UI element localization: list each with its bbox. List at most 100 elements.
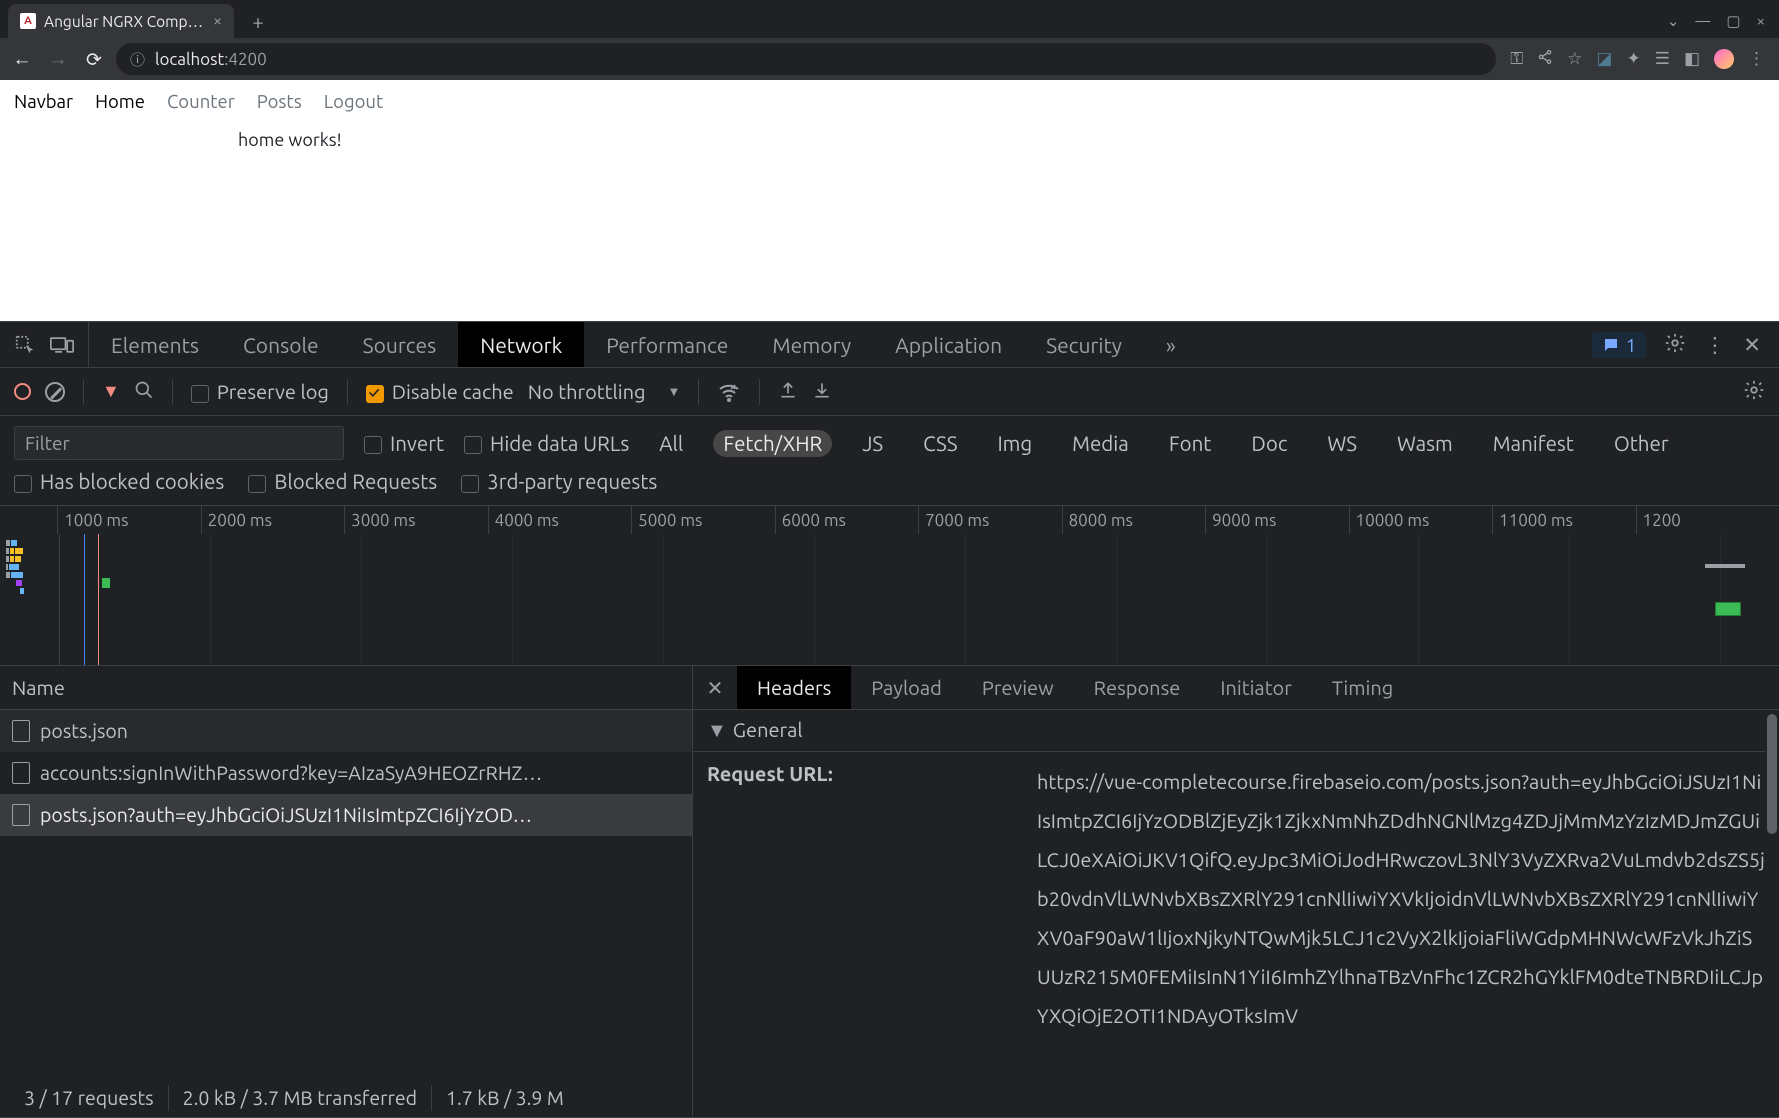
nav-home[interactable]: Home [95, 92, 145, 112]
issues-count: 1 [1626, 334, 1637, 356]
network-settings-icon[interactable] [1743, 379, 1765, 405]
bookmark-star-icon[interactable]: ☆ [1567, 49, 1582, 69]
invert-checkbox[interactable]: Invert [364, 432, 444, 455]
address-bar[interactable]: ⓘ localhost:4200 [116, 43, 1496, 75]
load-line [98, 534, 99, 666]
record-button[interactable] [14, 383, 31, 400]
details-scrollbar[interactable] [1765, 710, 1779, 1117]
throttling-select[interactable]: No throttling ▼ [528, 380, 681, 403]
details-tab-payload[interactable]: Payload [851, 666, 962, 709]
status-requests: 3 / 17 requests [10, 1085, 169, 1111]
devtools-tab-application[interactable]: Application [873, 322, 1024, 367]
filter-input[interactable]: Filter [14, 426, 344, 460]
nav-counter[interactable]: Counter [167, 92, 235, 112]
timeline-tick [0, 506, 57, 534]
download-har-icon[interactable] [812, 380, 832, 404]
devtools-kebab-icon[interactable]: ⋮ [1704, 332, 1725, 357]
third-party-checkbox[interactable]: 3rd-party requests [461, 470, 657, 493]
details-close-icon[interactable]: ✕ [693, 676, 737, 700]
devtools-tab-sources[interactable]: Sources [341, 322, 459, 367]
app-brand: Navbar [14, 92, 73, 112]
timeline-tick: 1200 [1636, 506, 1779, 534]
devtools-tab-console[interactable]: Console [221, 322, 341, 367]
clear-button[interactable] [45, 382, 65, 402]
settings-gear-icon[interactable] [1664, 332, 1686, 358]
kebab-menu-icon[interactable]: ⋮ [1748, 49, 1765, 69]
type-doc[interactable]: Doc [1241, 430, 1297, 457]
devtools-tab-elements[interactable]: Elements [89, 322, 221, 367]
filter-toggle-icon[interactable]: ▼ [102, 381, 120, 402]
extensions-icon[interactable]: ✦ [1626, 49, 1640, 69]
timeline-tick: 4000 ms [488, 506, 631, 534]
site-info-icon[interactable]: ⓘ [130, 49, 145, 70]
type-other[interactable]: Other [1604, 430, 1679, 457]
type-css[interactable]: CSS [913, 430, 967, 457]
network-conditions-icon[interactable] [717, 380, 741, 404]
chevron-down-icon[interactable]: ⌄ [1667, 12, 1680, 30]
profile-avatar[interactable] [1714, 49, 1734, 69]
hide-data-urls-checkbox[interactable]: Hide data URLs [464, 432, 629, 455]
devtools-tab-performance[interactable]: Performance [584, 322, 750, 367]
timeline-tick: 11000 ms [1492, 506, 1635, 534]
devtools-close-icon[interactable]: ✕ [1743, 332, 1761, 357]
details-tab-timing[interactable]: Timing [1312, 666, 1413, 709]
type-img[interactable]: Img [987, 430, 1042, 457]
reload-button[interactable]: ⟳ [80, 45, 108, 73]
key-icon[interactable]: ⚿ [1510, 49, 1523, 69]
type-js[interactable]: JS [852, 430, 893, 457]
type-manifest[interactable]: Manifest [1483, 430, 1584, 457]
inspect-icon[interactable] [14, 334, 36, 356]
file-icon [12, 720, 30, 742]
type-fetch-xhr[interactable]: Fetch/XHR [713, 430, 832, 457]
url-host: localhost [155, 50, 224, 69]
request-row[interactable]: posts.json?auth=eyJhbGciOiJSUzI1NiIsImtp… [0, 794, 692, 836]
details-tab-response[interactable]: Response [1074, 666, 1201, 709]
timeline-tick: 10000 ms [1349, 506, 1492, 534]
back-button[interactable]: ← [8, 45, 36, 73]
devtools-tab-security[interactable]: Security [1024, 322, 1144, 367]
domcontentloaded-line [84, 534, 85, 666]
details-tab-headers[interactable]: Headers [737, 666, 851, 709]
device-toggle-icon[interactable] [50, 334, 74, 356]
details-tab-preview[interactable]: Preview [962, 666, 1074, 709]
search-icon[interactable] [134, 380, 154, 404]
devtools-tab-memory[interactable]: Memory [750, 322, 873, 367]
timeline-tick: 1000 ms [57, 506, 200, 534]
window-restore-icon[interactable]: ▢ [1726, 12, 1740, 30]
preserve-log-checkbox[interactable]: Preserve log [191, 380, 329, 403]
type-wasm[interactable]: Wasm [1387, 430, 1463, 457]
nav-logout[interactable]: Logout [324, 92, 384, 112]
tab-close-icon[interactable]: × [213, 12, 222, 30]
timeline-tick: 8000 ms [1062, 506, 1205, 534]
timeline-tick: 9000 ms [1205, 506, 1348, 534]
type-ws[interactable]: WS [1317, 430, 1367, 457]
new-tab-button[interactable]: + [244, 7, 272, 35]
browser-tab[interactable]: A Angular NGRX Complete × [8, 4, 234, 38]
type-font[interactable]: Font [1159, 430, 1222, 457]
nav-posts[interactable]: Posts [257, 92, 302, 112]
window-close-icon[interactable]: × [1757, 12, 1765, 30]
details-tab-initiator[interactable]: Initiator [1200, 666, 1312, 709]
request-row[interactable]: accounts:signInWithPassword?key=AIzaSyA9… [0, 752, 692, 794]
upload-har-icon[interactable] [778, 380, 798, 404]
devtools-tab-more[interactable]: » [1144, 322, 1198, 367]
issues-badge[interactable]: 1 [1592, 332, 1647, 358]
extension-icon-2[interactable]: ◧ [1684, 49, 1700, 69]
has-blocked-cookies-checkbox[interactable]: Has blocked cookies [14, 470, 224, 493]
window-minimize-icon[interactable]: — [1695, 12, 1710, 30]
tab-title: Angular NGRX Complete [44, 13, 205, 30]
blocked-requests-checkbox[interactable]: Blocked Requests [248, 470, 437, 493]
request-row[interactable]: posts.json [0, 710, 692, 752]
disable-cache-checkbox[interactable]: Disable cache [366, 380, 514, 403]
type-all[interactable]: All [649, 430, 693, 457]
type-media[interactable]: Media [1062, 430, 1139, 457]
file-icon [12, 804, 30, 826]
share-icon[interactable] [1537, 49, 1553, 69]
timeline-overview[interactable]: 1000 ms 2000 ms 3000 ms 4000 ms 5000 ms … [0, 506, 1779, 666]
forward-button[interactable]: → [44, 45, 72, 73]
reading-list-icon[interactable]: ☰ [1655, 49, 1670, 69]
extension-icon-1[interactable]: ◪ [1596, 49, 1612, 69]
request-list-header[interactable]: Name [0, 666, 692, 710]
section-general[interactable]: ▼General [693, 710, 1779, 752]
devtools-tab-network[interactable]: Network [458, 322, 584, 367]
